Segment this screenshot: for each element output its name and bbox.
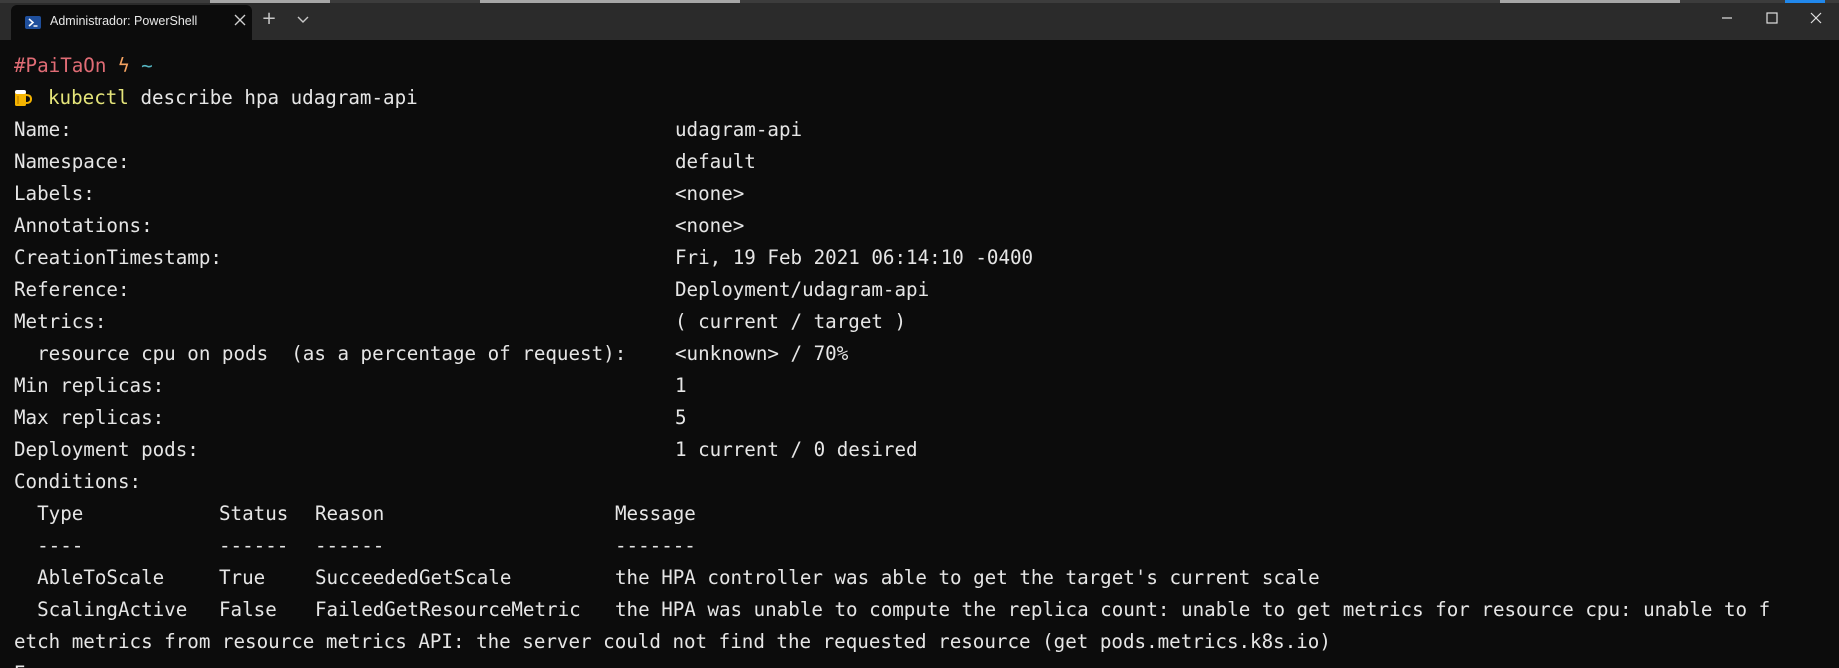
field-value: Fri, 19 Feb 2021 06:14:10 -0400 bbox=[675, 246, 1034, 269]
close-window-icon[interactable] bbox=[1806, 8, 1826, 28]
conditions-heading: Conditions: bbox=[14, 470, 142, 493]
conditions-header-row: Type Status Reason Message bbox=[14, 498, 696, 530]
field-row: Namespace: default bbox=[14, 146, 756, 178]
tab-title: Administrador: PowerShell bbox=[50, 14, 198, 28]
plus-icon[interactable]: + bbox=[260, 10, 278, 28]
prompt-hash: #PaiTaOn bbox=[14, 54, 107, 77]
field-row: CreationTimestamp: Fri, 19 Feb 2021 06:14… bbox=[14, 242, 1033, 274]
condition-type: AbleToScale bbox=[37, 566, 165, 589]
condition-status: True bbox=[219, 566, 266, 589]
field-value: 1 current / 0 desired bbox=[675, 438, 918, 461]
field-label: resource cpu on pods (as a percentage of… bbox=[14, 342, 627, 365]
field-value: udagram-api bbox=[675, 118, 803, 141]
condition-message: the HPA was unable to compute the replic… bbox=[615, 598, 1771, 621]
field-label: CreationTimestamp: bbox=[14, 246, 222, 269]
command-name: kubectl bbox=[48, 86, 129, 109]
command-args: describe hpa udagram-api bbox=[140, 86, 418, 109]
field-label: Min replicas: bbox=[14, 374, 165, 397]
field-label: Metrics: bbox=[14, 310, 107, 333]
title-bar: Administrador: PowerShell + bbox=[0, 0, 1839, 40]
chevron-down-icon[interactable] bbox=[294, 10, 312, 28]
field-row: Reference: Deployment/udagram-api bbox=[14, 274, 929, 306]
separator-reason: ------ bbox=[315, 534, 385, 557]
field-value: <none> bbox=[675, 182, 745, 205]
field-row: Name: udagram-api bbox=[14, 114, 802, 146]
field-value: <unknown> / 70% bbox=[675, 342, 849, 365]
field-label: Max replicas: bbox=[14, 406, 165, 429]
field-row: resource cpu on pods (as a percentage of… bbox=[14, 338, 848, 370]
condition-row: ScalingActive False FailedGetResourceMetri… bbox=[14, 594, 1770, 626]
condition-reason: FailedGetResourceMetric bbox=[315, 598, 581, 621]
field-label: Annotations: bbox=[14, 214, 153, 237]
maximize-icon[interactable] bbox=[1762, 8, 1782, 28]
next-line-partial: Ev bbox=[14, 658, 37, 668]
field-value: ( current / target ) bbox=[675, 310, 907, 333]
column-header-type: Type bbox=[37, 502, 84, 525]
tab-powershell[interactable]: Administrador: PowerShell bbox=[11, 5, 252, 40]
column-header-status: Status bbox=[219, 502, 289, 525]
terminal-output[interactable]: #PaiTaOn ϟ ~ kubectl describe hpa udagra… bbox=[0, 40, 1839, 668]
field-row: Min replicas: 1 bbox=[14, 370, 687, 402]
field-value: 5 bbox=[675, 406, 687, 429]
field-label: Reference: bbox=[14, 278, 130, 301]
field-row: Deployment pods: 1 current / 0 desired bbox=[14, 434, 918, 466]
field-row: Metrics: ( current / target ) bbox=[14, 306, 906, 338]
field-row: Labels: <none> bbox=[14, 178, 744, 210]
field-label: Name: bbox=[14, 118, 72, 141]
field-row: Annotations: <none> bbox=[14, 210, 744, 242]
column-header-reason: Reason bbox=[315, 502, 385, 525]
condition-row: AbleToScale True SucceededGetScale the HPA … bbox=[14, 562, 1320, 594]
column-header-message: Message bbox=[615, 502, 696, 525]
terminal-window: Administrador: PowerShell + #PaiTaOn ϟ ~… bbox=[0, 0, 1839, 668]
field-label: Deployment pods: bbox=[14, 438, 199, 461]
powershell-icon bbox=[25, 16, 41, 29]
condition-type: ScalingActive bbox=[37, 598, 188, 621]
field-value: default bbox=[675, 150, 756, 173]
background-window-strip bbox=[0, 0, 1839, 3]
field-value: <none> bbox=[675, 214, 745, 237]
field-value: 1 bbox=[675, 374, 687, 397]
conditions-separator-row: ---- ------ ------ ------- bbox=[14, 530, 696, 562]
field-label: Namespace: bbox=[14, 150, 130, 173]
field-label: Labels: bbox=[14, 182, 95, 205]
condition-status: False bbox=[219, 598, 277, 621]
condition-message: the HPA controller was able to get the t… bbox=[615, 566, 1320, 589]
separator-status: ------ bbox=[219, 534, 289, 557]
field-row: Max replicas: 5 bbox=[14, 402, 687, 434]
beer-icon bbox=[14, 85, 33, 106]
separator-type: ---- bbox=[37, 534, 84, 557]
prompt-tilde: ~ bbox=[141, 54, 153, 77]
prompt-bolt: ϟ bbox=[117, 54, 130, 77]
close-icon[interactable] bbox=[233, 14, 247, 28]
minimize-icon[interactable] bbox=[1717, 8, 1737, 28]
prompt-line: #PaiTaOn ϟ ~ bbox=[14, 50, 153, 82]
field-value: Deployment/udagram-api bbox=[675, 278, 930, 301]
separator-message: ------- bbox=[615, 534, 696, 557]
condition-reason: SucceededGetScale bbox=[315, 566, 512, 589]
command-line: kubectl describe hpa udagram-api bbox=[14, 82, 418, 114]
wrapped-line: etch metrics from resource metrics API: … bbox=[14, 630, 1331, 653]
